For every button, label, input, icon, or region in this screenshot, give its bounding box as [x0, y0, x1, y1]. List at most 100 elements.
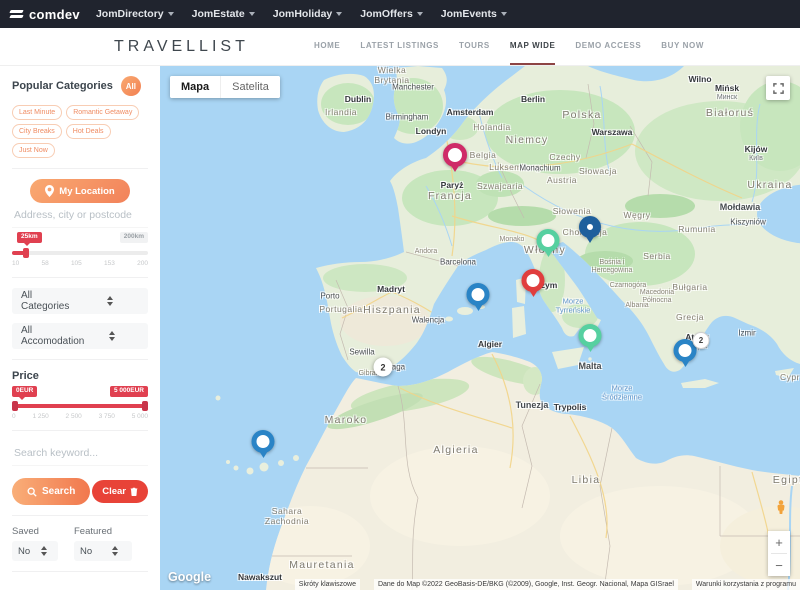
price-slider: 0EUR 5 000EUR 01 2502 5003 7505 000	[12, 386, 148, 420]
featured-select[interactable]: No	[74, 541, 132, 561]
distance-max-badge: 200km	[120, 232, 148, 243]
chevron-down-icon	[168, 12, 174, 16]
price-max-handle[interactable]	[142, 401, 148, 411]
topbar-item-jomoffers[interactable]: JomOffers	[360, 8, 423, 20]
category-pill-romantic-getaway[interactable]: Romantic Getaway	[66, 105, 139, 120]
nav-item-map-wide[interactable]: MAP WIDE	[510, 28, 556, 65]
topbar-menu: JomDirectory JomEstate JomHoliday JomOffers…	[96, 8, 507, 20]
brand[interactable]: TRAVELLIST	[114, 38, 249, 56]
price-tick: 3 750	[99, 413, 115, 420]
price-tick: 5 000	[132, 413, 148, 420]
popular-categories-title: Popular Categories	[12, 80, 113, 92]
fullscreen-button[interactable]	[766, 76, 790, 100]
keyboard-shortcuts-link[interactable]: Skróty klawiszowe	[295, 579, 360, 590]
address-input[interactable]	[12, 203, 148, 228]
nav-item-tours[interactable]: TOURS	[459, 28, 490, 65]
pin-count-badge: 2	[693, 332, 710, 349]
page: comdev JomDirectoryJomEstateJomHolidayJo…	[0, 0, 800, 590]
zoom-out-button[interactable]: −	[768, 554, 790, 576]
category-pill-last-minute[interactable]: Last Minute	[12, 105, 62, 120]
price-slider-track[interactable]	[12, 404, 148, 408]
featured-select-value: No	[80, 546, 103, 557]
topbar-item-label: JomDirectory	[96, 8, 164, 20]
my-location-button[interactable]: My Location	[30, 179, 129, 203]
pegman-icon[interactable]	[776, 500, 786, 520]
topbar-item-jomdirectory[interactable]: JomDirectory	[96, 8, 174, 20]
saved-select-value: No	[18, 546, 35, 557]
topbar-item-label: JomHoliday	[273, 8, 333, 20]
price-label: Price	[12, 370, 148, 382]
map[interactable]: Wielka BrytaniaIrlandiaDublinManchesterB…	[160, 66, 800, 590]
all-categories-button[interactable]: All	[121, 76, 141, 96]
map-cluster-marker[interactable]: 2	[374, 358, 393, 377]
topbar-item-jomevents[interactable]: JomEvents	[441, 8, 507, 20]
clear-button-label: Clear	[102, 486, 126, 497]
map-data-attribution: Dane do Map ©2022 GeoBasis-DE/BKG (©2009…	[374, 579, 678, 590]
distance-tick: 105	[71, 260, 82, 267]
nav-item-buy-now[interactable]: BUY NOW	[661, 28, 704, 65]
nav-item-latest-listings[interactable]: LATEST LISTINGS	[360, 28, 439, 65]
map-pin-magenta[interactable]	[443, 143, 467, 172]
topbar-item-label: JomEvents	[441, 8, 497, 20]
saved-select[interactable]: No	[12, 541, 58, 561]
pin-tail	[585, 344, 595, 352]
map-pin-blue[interactable]: 2	[674, 339, 697, 367]
category-pill-just-now[interactable]: Just Now	[12, 143, 55, 158]
category-pill-city-breaks[interactable]: City Breaks	[12, 124, 62, 139]
nav-item-home[interactable]: HOME	[314, 28, 340, 65]
pin-tail	[450, 164, 460, 172]
pin-tail	[258, 450, 268, 458]
navbar: TRAVELLIST HOME LATEST LISTINGS TOURS MAP W…	[0, 28, 800, 66]
map-type-map-button[interactable]: Mapa	[170, 76, 220, 98]
map-pin-green[interactable]	[579, 324, 602, 352]
search-button[interactable]: Search	[12, 478, 90, 505]
select-arrows-icon	[84, 331, 139, 341]
distance-tick: 153	[104, 260, 115, 267]
zoom-control: + −	[768, 531, 790, 576]
map-type-satellite-button[interactable]: Satelita	[220, 76, 280, 98]
accommodation-select[interactable]: All Accomodation	[12, 323, 148, 349]
my-location-label: My Location	[59, 186, 114, 197]
price-min-badge[interactable]: 0EUR	[12, 386, 37, 397]
map-pin-navy[interactable]	[579, 216, 601, 243]
select-arrows-icon	[35, 546, 52, 556]
chevron-down-icon	[501, 12, 507, 16]
comdev-logo-icon	[10, 10, 23, 18]
pin-tail	[680, 359, 690, 367]
topbar-item-label: JomOffers	[360, 8, 413, 20]
map-type-control: Mapa Satelita	[170, 76, 280, 98]
distance-tick: 200	[137, 260, 148, 267]
pin-tail	[528, 289, 538, 297]
price-min-handle[interactable]	[12, 401, 18, 411]
price-tick: 1 250	[32, 413, 48, 420]
comdev-logo[interactable]: comdev	[10, 7, 80, 22]
map-pins: 22	[160, 66, 800, 590]
clear-button[interactable]: Clear	[92, 480, 148, 503]
category-pill-hot-deals[interactable]: Hot Deals	[66, 124, 111, 139]
google-logo: Google	[168, 570, 211, 584]
map-pin-blue[interactable]	[252, 430, 275, 458]
zoom-in-button[interactable]: +	[768, 531, 790, 553]
category-pills: Last Minute Romantic Getaway City Breaks Ho…	[12, 105, 148, 158]
categories-select[interactable]: All Categories	[12, 288, 148, 314]
search-icon	[27, 487, 37, 497]
price-max-badge[interactable]: 5 000EUR	[110, 386, 148, 397]
nav-item-demo-access[interactable]: DEMO ACCESS	[575, 28, 641, 65]
topbar-item-jomestate[interactable]: JomEstate	[192, 8, 255, 20]
fullscreen-icon	[773, 83, 784, 94]
distance-value-badge[interactable]: 25km	[17, 232, 42, 243]
topbar-item-label: JomEstate	[192, 8, 245, 20]
saved-label: Saved	[12, 526, 58, 537]
map-pin-blue[interactable]	[467, 283, 490, 311]
filters-sidebar: Popular Categories All Last Minute Romant…	[0, 66, 160, 590]
topbar-item-jomholiday[interactable]: JomHoliday	[273, 8, 343, 20]
terms-link[interactable]: Warunki korzystania z programu	[692, 579, 800, 590]
trash-icon	[130, 487, 138, 496]
select-arrows-icon	[103, 546, 126, 556]
distance-slider-handle[interactable]	[23, 248, 29, 258]
navbar-menu: HOME LATEST LISTINGS TOURS MAP WIDE DEMO ACC…	[314, 28, 704, 65]
distance-slider-track[interactable]	[12, 251, 148, 255]
map-pin-green[interactable]	[537, 229, 560, 257]
map-pin-red[interactable]	[522, 269, 545, 297]
keyword-search-input[interactable]	[12, 441, 148, 466]
